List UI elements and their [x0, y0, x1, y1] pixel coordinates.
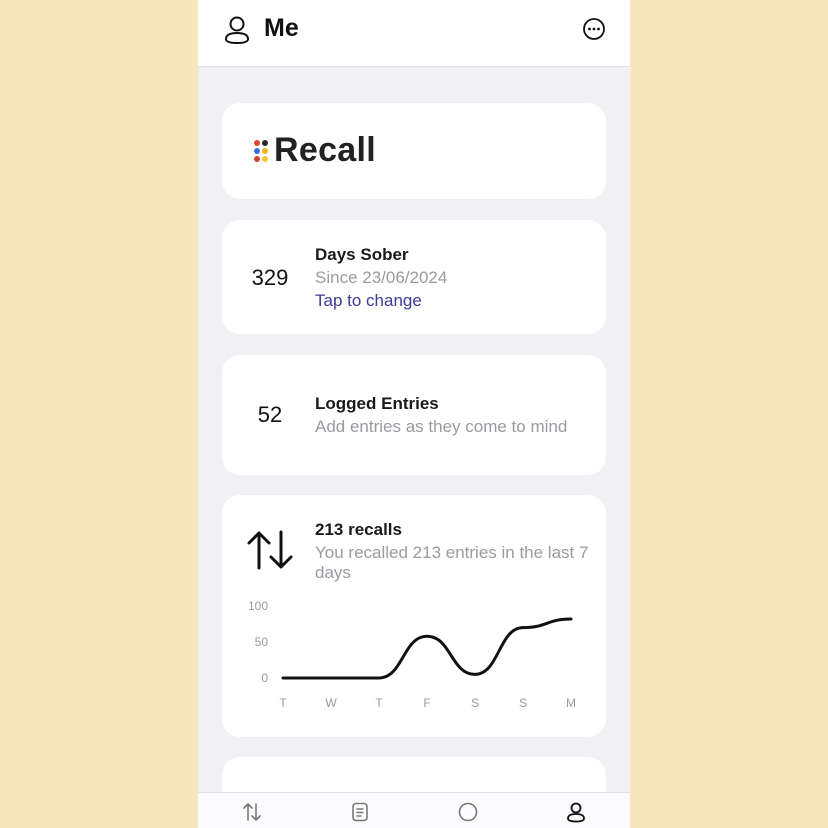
- recalls-line-chart: 100500T W T F S S M: [248, 599, 576, 710]
- logo-card: Recall: [222, 103, 606, 199]
- x-tick-label: T: [279, 696, 287, 710]
- app-screen: Me Recall 329 Days Sober Since 23/06/202…: [198, 0, 630, 828]
- logged-entries-count: 52: [257, 402, 283, 427]
- x-tick-label: M: [566, 696, 576, 710]
- tab-recall-arrows-icon[interactable]: [241, 801, 263, 823]
- days-sober-count: 329: [251, 265, 289, 290]
- tap-to-change-link[interactable]: Tap to change: [315, 291, 422, 311]
- x-tick-label: F: [423, 696, 430, 710]
- y-tick-label: 100: [248, 599, 268, 613]
- logged-entries-card[interactable]: 52 Logged Entries Add entries as they co…: [222, 355, 606, 475]
- recalls-series-line: [281, 617, 573, 680]
- days-sober-card[interactable]: 329 Days Sober Since 23/06/2024 Tap to c…: [222, 220, 606, 334]
- days-sober-title: Days Sober: [315, 245, 409, 264]
- ellipsis-circle-icon[interactable]: [582, 17, 606, 41]
- person-icon: [224, 16, 250, 45]
- app-logo-text: Recall: [274, 131, 376, 169]
- y-tick-label: 50: [255, 635, 269, 649]
- recalls-card[interactable]: 213 recalls You recalled 213 entries in …: [222, 495, 606, 737]
- logged-entries-title: Logged Entries: [315, 394, 439, 413]
- recall-logo-icon: [254, 140, 268, 162]
- page-title: Me: [264, 14, 299, 42]
- x-tick-label: S: [471, 696, 479, 710]
- x-tick-label: S: [519, 696, 527, 710]
- tab-entries-document-icon[interactable]: [349, 801, 371, 823]
- y-tick-label: 0: [261, 671, 268, 685]
- top-bar: Me: [198, 0, 630, 67]
- tab-profile-person-icon[interactable]: [565, 801, 587, 823]
- logged-entries-subtitle: Add entries as they come to mind: [315, 417, 568, 436]
- x-tick-label: T: [375, 696, 383, 710]
- tab-circle-icon[interactable]: [457, 801, 479, 823]
- days-sober-since: Since 23/06/2024: [315, 268, 448, 287]
- x-tick-label: W: [325, 696, 337, 710]
- tab-bar: [198, 792, 630, 828]
